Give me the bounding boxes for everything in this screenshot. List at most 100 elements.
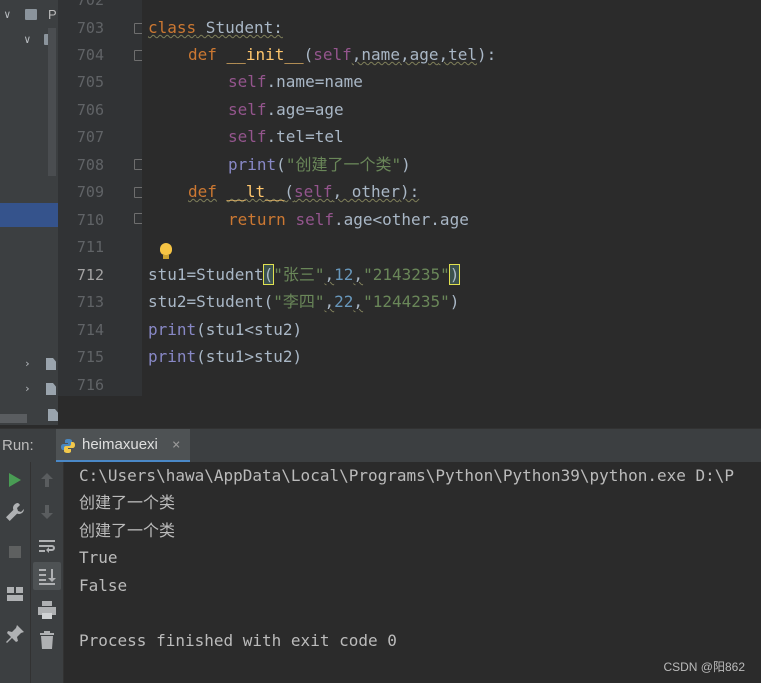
code-text: (stu1<stu2) bbox=[196, 320, 303, 339]
code-text: .tel=tel bbox=[266, 127, 344, 146]
self-param: self bbox=[313, 45, 352, 64]
line-number: 703 bbox=[76, 19, 104, 37]
param: ,name bbox=[351, 45, 400, 64]
line-number: 704 bbox=[76, 46, 104, 64]
param: , other bbox=[332, 182, 400, 201]
line-number: 711 bbox=[76, 238, 104, 256]
console-line: 创建了一个类 bbox=[79, 521, 176, 540]
code-text: .name=name bbox=[266, 72, 363, 91]
code-line-703: class Student: bbox=[148, 14, 283, 42]
pin-icon[interactable] bbox=[3, 622, 27, 646]
down-arrow-icon[interactable] bbox=[35, 500, 59, 524]
line-number: 716 bbox=[76, 376, 104, 394]
code-editor[interactable]: class Student: def __init__(self,name,ag… bbox=[142, 0, 761, 396]
tree-row-file[interactable]: › bbox=[0, 353, 58, 375]
chevron-right-icon[interactable]: › bbox=[24, 353, 31, 375]
self-ref: self bbox=[228, 72, 267, 91]
comma: , bbox=[324, 265, 335, 284]
comma: , bbox=[353, 265, 364, 284]
up-arrow-icon[interactable] bbox=[35, 468, 59, 492]
keyword: return bbox=[228, 210, 286, 229]
soft-wrap-icon[interactable] bbox=[35, 534, 59, 558]
console-output[interactable]: C:\Users\hawa\AppData\Local\Programs\Pyt… bbox=[64, 462, 761, 683]
line-number: 708 bbox=[76, 156, 104, 174]
code-text: stu1=Student bbox=[148, 265, 264, 284]
class-name: Student: bbox=[196, 18, 283, 37]
folder-icon bbox=[25, 9, 37, 20]
code-line-712: stu1=Student("张三",12,"2143235") bbox=[148, 261, 461, 289]
python-icon bbox=[61, 439, 75, 453]
tree-row-root[interactable]: ∨ P bbox=[0, 4, 58, 26]
line-number: 705 bbox=[76, 73, 104, 91]
line-number: 702 bbox=[76, 0, 104, 9]
code-line-706: self.age=age bbox=[228, 96, 344, 124]
self-param: self bbox=[293, 182, 333, 201]
builtin: print bbox=[148, 320, 197, 339]
run-tab[interactable]: heimaxuexi × bbox=[56, 429, 190, 463]
tree-row-file[interactable]: › bbox=[0, 378, 58, 400]
code-text: stu2=Student( bbox=[148, 292, 274, 311]
comma: , bbox=[324, 292, 335, 311]
self-ref: self bbox=[228, 127, 267, 146]
self-ref: self bbox=[228, 100, 267, 119]
console-line: 创建了一个类 bbox=[79, 493, 176, 512]
run-icon[interactable] bbox=[3, 468, 27, 492]
editor-gutter: 702 703 704 705 706 707 708 709 710 711 … bbox=[58, 0, 143, 396]
string-literal: "张三" bbox=[273, 265, 325, 284]
scroll-to-end-icon bbox=[39, 569, 56, 585]
console-line: False bbox=[79, 576, 128, 595]
horizontal-scrollbar[interactable] bbox=[0, 414, 27, 423]
wrench-icon[interactable] bbox=[3, 500, 27, 524]
comma: , bbox=[353, 292, 364, 311]
string-literal: "2143235" bbox=[363, 265, 450, 284]
paren: ( bbox=[303, 45, 314, 64]
run-tab-title: heimaxuexi bbox=[82, 436, 158, 453]
layout-icon[interactable] bbox=[3, 582, 27, 606]
code-text: (stu1>stu2) bbox=[196, 347, 303, 366]
lightbulb-icon[interactable] bbox=[160, 243, 172, 259]
trash-icon[interactable] bbox=[35, 628, 59, 652]
code-line-708: print("创建了一个类") bbox=[228, 151, 411, 179]
panel-scrollbar[interactable] bbox=[48, 28, 56, 176]
chevron-right-icon[interactable]: › bbox=[24, 378, 31, 400]
param: ,tel bbox=[438, 45, 478, 64]
code-line-705: self.name=name bbox=[228, 68, 363, 96]
builtin: print bbox=[148, 347, 197, 366]
line-number: 714 bbox=[76, 321, 104, 339]
string-literal: "李四" bbox=[273, 292, 325, 311]
paren: ( bbox=[284, 182, 294, 201]
code-line-704: def __init__(self,name,age,tel): bbox=[188, 41, 496, 69]
number-literal: 22 bbox=[334, 292, 354, 311]
param: ,age bbox=[399, 45, 439, 64]
keyword: def bbox=[188, 182, 217, 201]
paren: ) bbox=[449, 292, 460, 311]
close-icon[interactable]: × bbox=[172, 429, 180, 461]
code-line-714: print(stu1<stu2) bbox=[148, 316, 302, 344]
file-icon bbox=[46, 383, 56, 395]
scroll-to-end-toggle[interactable] bbox=[33, 562, 61, 590]
paren: ): bbox=[477, 45, 497, 64]
line-number: 710 bbox=[76, 211, 104, 229]
code-line-713: stu2=Student("李四",22,"1244235") bbox=[148, 288, 459, 316]
line-number: 709 bbox=[76, 183, 104, 201]
console-line: True bbox=[79, 548, 118, 567]
self-ref: self bbox=[295, 210, 334, 229]
tree-selected-row[interactable] bbox=[0, 203, 58, 227]
print-icon[interactable] bbox=[35, 598, 59, 622]
code-line-709: def __lt__(self, other): bbox=[188, 178, 419, 206]
string-literal: "创建了一个类" bbox=[285, 155, 402, 174]
matched-paren: ) bbox=[448, 264, 461, 285]
code-line-715: print(stu1>stu2) bbox=[148, 343, 302, 371]
matched-paren: ( bbox=[262, 264, 275, 285]
chevron-down-icon[interactable]: ∨ bbox=[24, 29, 31, 51]
line-number: 706 bbox=[76, 101, 104, 119]
run-label: Run: bbox=[2, 437, 34, 454]
stop-icon[interactable] bbox=[3, 540, 27, 564]
line-number: 707 bbox=[76, 128, 104, 146]
code-text: .age=age bbox=[266, 100, 344, 119]
keyword: class bbox=[148, 18, 197, 37]
tree-row-label: P bbox=[48, 7, 57, 22]
chevron-down-icon[interactable]: ∨ bbox=[4, 4, 11, 26]
code-line-707: self.tel=tel bbox=[228, 123, 344, 151]
paren: ( bbox=[276, 155, 286, 174]
